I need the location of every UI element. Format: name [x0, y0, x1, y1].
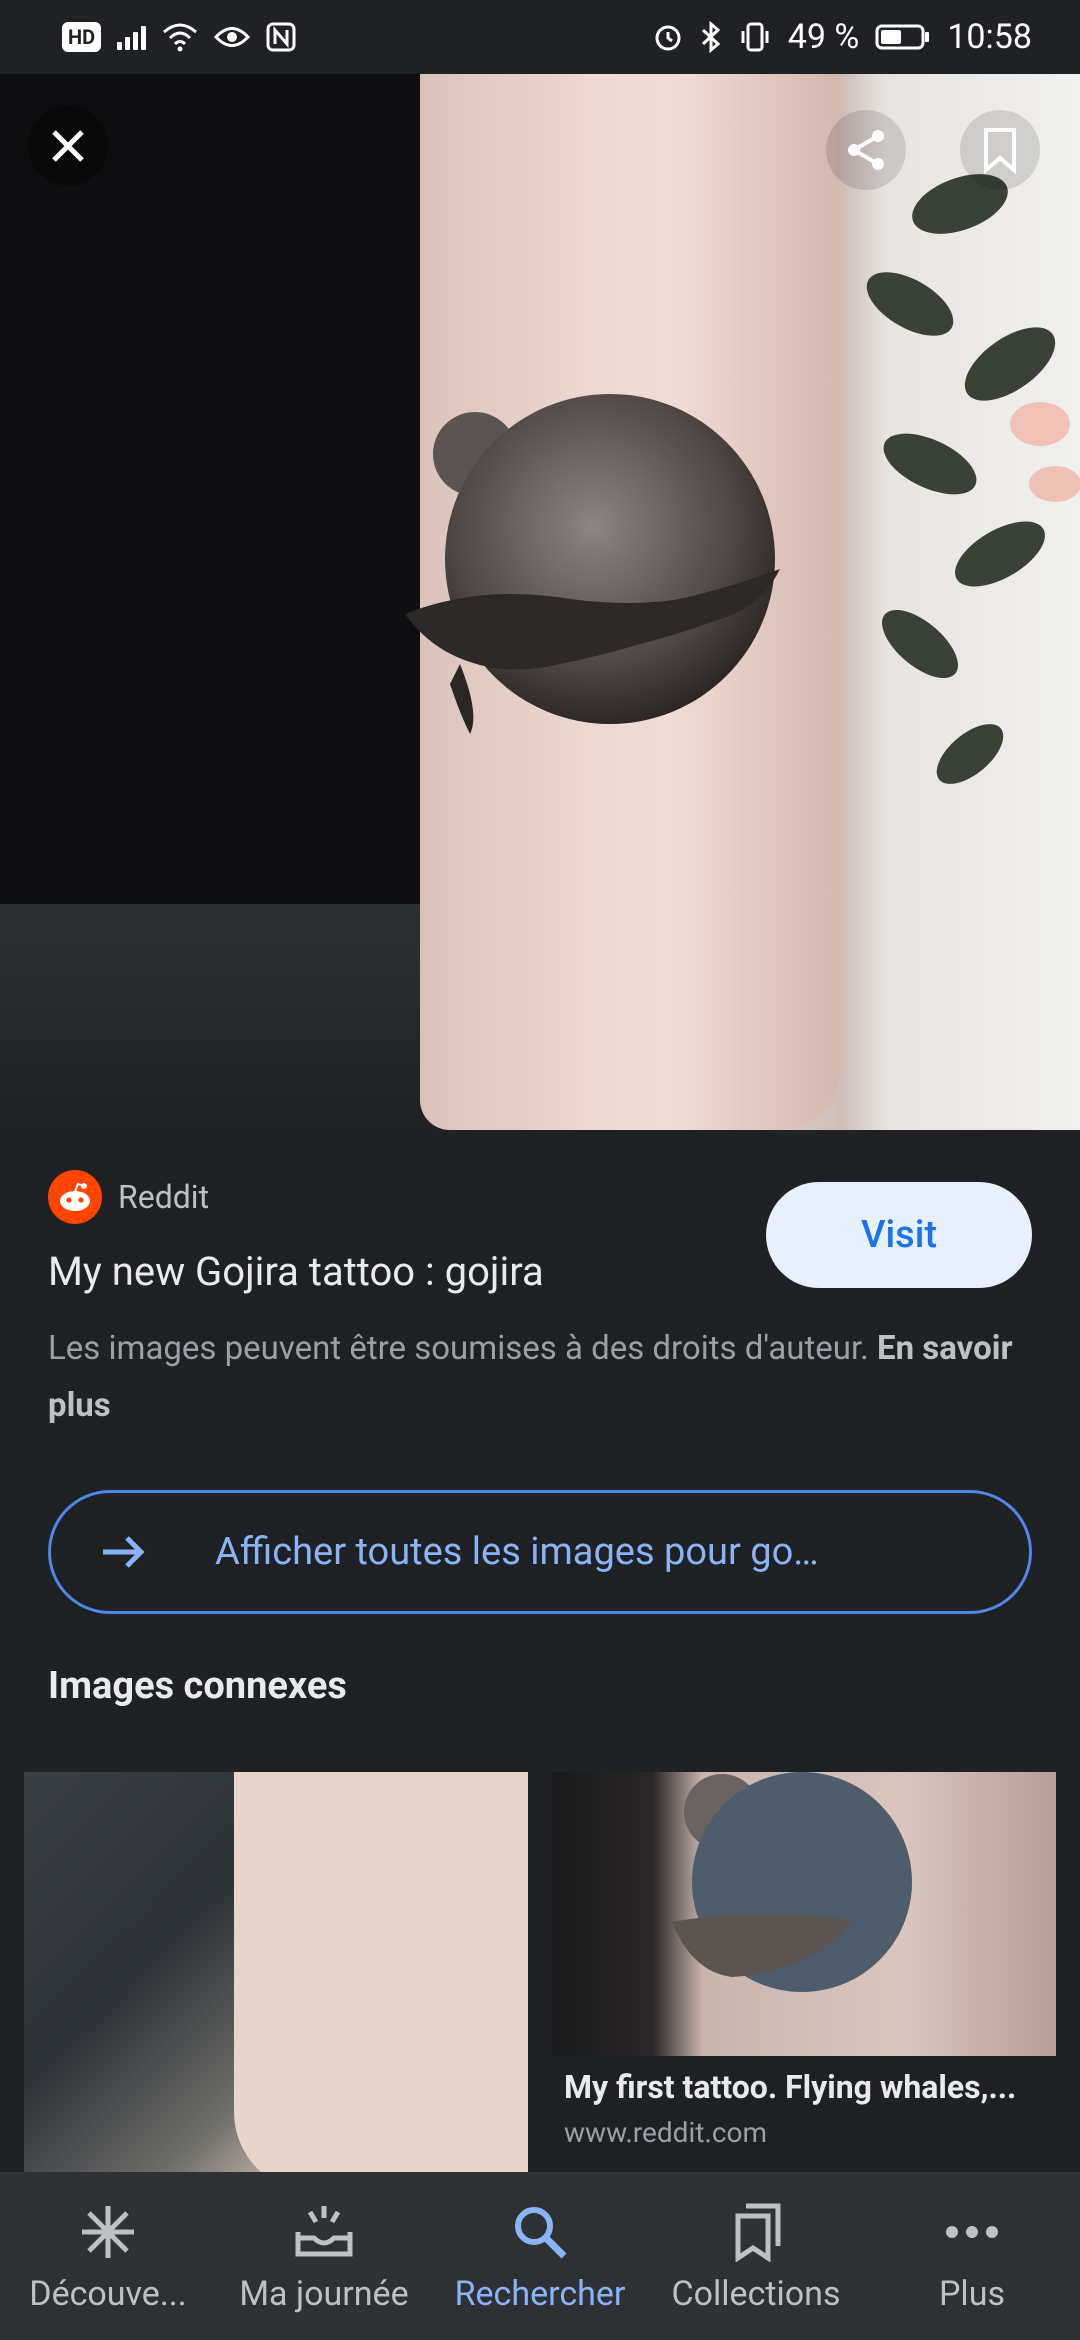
vibrate-icon: [741, 22, 769, 52]
related-image-2-url: www.reddit.com: [564, 2116, 767, 2149]
search-icon: [508, 2200, 572, 2264]
save-button[interactable]: [960, 110, 1040, 190]
leaves-decoration: [866, 174, 1080, 784]
more-icon: [940, 2200, 1004, 2264]
copyright-text: Les images peuvent être soumises à des d…: [48, 1329, 869, 1368]
close-icon: [52, 130, 84, 162]
view-all-images-label: Afficher toutes les images pour go…: [215, 1530, 819, 1574]
shirt-area: [0, 74, 430, 974]
source-name: Reddit: [118, 1178, 210, 1216]
bluetooth-icon: [701, 21, 721, 53]
result-title[interactable]: My new Gojira tattoo : gojira: [48, 1248, 544, 1295]
nav-more[interactable]: Plus: [864, 2172, 1080, 2340]
nfc-icon: [266, 22, 296, 52]
related-image-2-thumbnail: [552, 1772, 1056, 2056]
view-all-images-button[interactable]: Afficher toutes les images pour go…: [48, 1490, 1032, 1614]
signal-icon: [117, 24, 147, 50]
collections-icon: [724, 2200, 788, 2264]
nav-my-day[interactable]: Ma journée: [216, 2172, 432, 2340]
jeans-area: [0, 904, 460, 1130]
nav-discover-label: Découve...: [29, 2274, 187, 2314]
nav-search-label: Rechercher: [454, 2274, 626, 2314]
close-button[interactable]: [28, 106, 108, 186]
bottom-navigation: Découve... Ma journée Rechercher Collect…: [0, 2172, 1080, 2340]
asterisk-icon: [76, 2200, 140, 2264]
related-image-1[interactable]: [24, 1772, 528, 2172]
alarm-icon: [655, 25, 681, 51]
status-bar: HD 49 % 10:58: [0, 0, 1080, 74]
tattoo-illustration: [405, 394, 780, 734]
source-row[interactable]: Reddit: [48, 1170, 209, 1224]
share-icon: [848, 130, 884, 170]
reddit-logo-icon: [48, 1170, 102, 1224]
related-image-2[interactable]: My first tattoo. Flying whales,... www.r…: [552, 1772, 1056, 2172]
battery-percent: 49 %: [787, 17, 860, 57]
nav-collections[interactable]: Collections: [648, 2172, 864, 2340]
battery-icon: [875, 24, 930, 50]
nav-my-day-label: Ma journée: [239, 2274, 409, 2314]
nav-discover[interactable]: Découve...: [0, 2172, 216, 2340]
hd-icon: HD: [62, 22, 102, 52]
wifi-icon: [163, 23, 198, 52]
nav-collections-label: Collections: [671, 2274, 841, 2314]
related-image-2-caption: My first tattoo. Flying whales,...: [564, 2068, 1017, 2106]
bookmark-icon: [984, 128, 1016, 174]
visit-button[interactable]: Visit: [766, 1182, 1032, 1288]
nav-more-label: Plus: [938, 2274, 1005, 2314]
arrow-right-icon: [103, 1536, 145, 1568]
clock: 10:58: [947, 17, 1032, 57]
copyright-notice: Les images peuvent être soumises à des d…: [48, 1320, 1038, 1434]
main-image[interactable]: [0, 74, 1080, 1130]
related-images-title: Images connexes: [48, 1664, 347, 1708]
share-button[interactable]: [826, 110, 906, 190]
inbox-icon: [292, 2200, 356, 2264]
nav-search[interactable]: Rechercher: [432, 2172, 648, 2340]
eye-icon: [214, 27, 251, 47]
